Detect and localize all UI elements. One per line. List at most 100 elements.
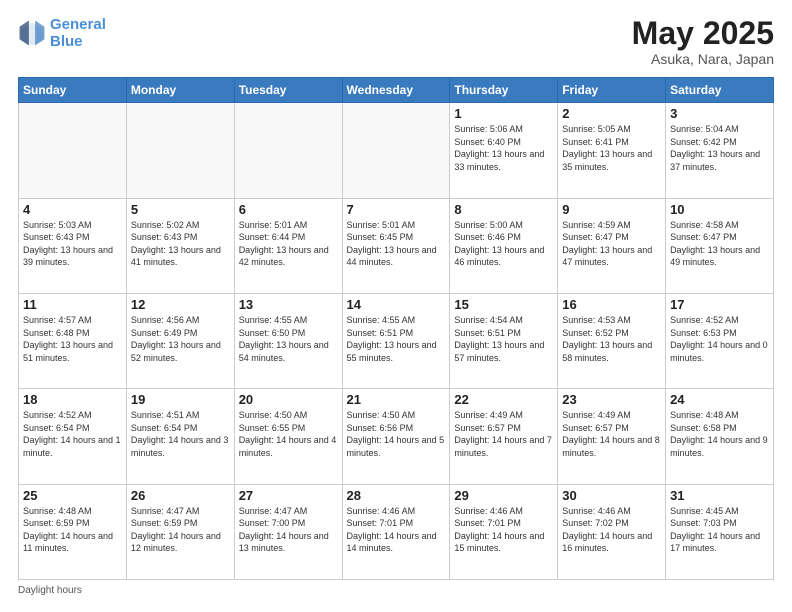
day-number: 12 [131,297,230,312]
day-info: Sunrise: 5:00 AM Sunset: 6:46 PM Dayligh… [454,219,553,269]
day-number: 8 [454,202,553,217]
calendar-table: SundayMondayTuesdayWednesdayThursdayFrid… [18,77,774,580]
day-cell: 5Sunrise: 5:02 AM Sunset: 6:43 PM Daylig… [126,198,234,293]
day-cell: 12 Sunrise: 4:56 AM Sunset: 6:49 PM Dayli… [126,293,234,388]
day-info: Sunrise: 5:06 AM Sunset: 6:40 PM Dayligh… [454,123,553,173]
day-cell: 23 Sunrise: 4:49 AM Sunset: 6:57 PM Dayli… [558,389,666,484]
day-number: 1 [454,106,553,121]
col-header-sunday: Sunday [19,78,127,103]
day-number: 25 [23,488,122,503]
day-info: Sunrise: 5:01 AM Sunset: 6:44 PM Dayligh… [239,219,338,269]
day-number: 31 [670,488,769,503]
day-info: Sunrise: 4:48 AM Sunset: 6:59 PM Dayligh… [23,505,122,555]
col-header-tuesday: Tuesday [234,78,342,103]
col-header-saturday: Saturday [666,78,774,103]
day-number: 15 [454,297,553,312]
day-info: Sunrise: 4:47 AM Sunset: 6:59 PM Dayligh… [131,505,230,555]
day-cell: 30Sunrise: 4:46 AM Sunset: 7:02 PM Dayli… [558,484,666,579]
day-cell: 20 Sunrise: 4:50 AM Sunset: 6:55 PM Dayli… [234,389,342,484]
page: General Blue May 2025 Asuka, Nara, Japan… [0,0,792,612]
day-cell: 18Sunrise: 4:52 AM Sunset: 6:54 PM Dayli… [19,389,127,484]
day-number: 21 [347,392,446,407]
day-cell: 14 Sunrise: 4:55 AM Sunset: 6:51 PM Dayli… [342,293,450,388]
location: Asuka, Nara, Japan [632,51,774,67]
day-info: Sunrise: 4:46 AM Sunset: 7:01 PM Dayligh… [347,505,446,555]
day-cell: 8 Sunrise: 5:00 AM Sunset: 6:46 PM Daylig… [450,198,558,293]
day-number: 17 [670,297,769,312]
day-cell: 17 Sunrise: 4:52 AM Sunset: 6:53 PM Dayli… [666,293,774,388]
day-number: 10 [670,202,769,217]
footer-note: Daylight hours [18,585,774,596]
day-info: Sunrise: 4:50 AM Sunset: 6:55 PM Dayligh… [239,409,338,459]
day-info: Sunrise: 4:46 AM Sunset: 7:01 PM Dayligh… [454,505,553,555]
day-number: 3 [670,106,769,121]
day-cell: 3 Sunrise: 5:04 AM Sunset: 6:42 PM Daylig… [666,103,774,198]
col-header-friday: Friday [558,78,666,103]
day-number: 23 [562,392,661,407]
logo-blue: Blue [50,33,83,50]
day-info: Sunrise: 4:53 AM Sunset: 6:52 PM Dayligh… [562,314,661,364]
day-info: Sunrise: 4:49 AM Sunset: 6:57 PM Dayligh… [562,409,661,459]
col-header-thursday: Thursday [450,78,558,103]
day-cell: 27 Sunrise: 4:47 AM Sunset: 7:00 PM Dayli… [234,484,342,579]
day-info: Sunrise: 4:49 AM Sunset: 6:57 PM Dayligh… [454,409,553,459]
day-cell [126,103,234,198]
day-cell: 29 Sunrise: 4:46 AM Sunset: 7:01 PM Dayli… [450,484,558,579]
title-block: May 2025 Asuka, Nara, Japan [632,16,774,67]
day-info: Sunrise: 4:48 AM Sunset: 6:58 PM Dayligh… [670,409,769,459]
day-info: Sunrise: 5:04 AM Sunset: 6:42 PM Dayligh… [670,123,769,173]
day-number: 4 [23,202,122,217]
day-cell: 28 Sunrise: 4:46 AM Sunset: 7:01 PM Dayli… [342,484,450,579]
day-number: 29 [454,488,553,503]
day-cell: 1 Sunrise: 5:06 AM Sunset: 6:40 PM Daylig… [450,103,558,198]
day-cell: 4 Sunrise: 5:03 AM Sunset: 6:43 PM Daylig… [19,198,127,293]
day-cell: 25 Sunrise: 4:48 AM Sunset: 6:59 PM Dayli… [19,484,127,579]
day-number: 19 [131,392,230,407]
day-cell: 6 Sunrise: 5:01 AM Sunset: 6:44 PM Daylig… [234,198,342,293]
day-number: 13 [239,297,338,312]
logo-text: General Blue [50,16,106,51]
day-number: 7 [347,202,446,217]
week-row-3: 18Sunrise: 4:52 AM Sunset: 6:54 PM Dayli… [19,389,774,484]
day-number: 22 [454,392,553,407]
col-header-wednesday: Wednesday [342,78,450,103]
logo: General Blue [18,16,106,51]
logo-icon [18,19,46,47]
day-info: Sunrise: 4:57 AM Sunset: 6:48 PM Dayligh… [23,314,122,364]
day-cell: 10Sunrise: 4:58 AM Sunset: 6:47 PM Dayli… [666,198,774,293]
day-cell: 7Sunrise: 5:01 AM Sunset: 6:45 PM Daylig… [342,198,450,293]
day-number: 18 [23,392,122,407]
day-info: Sunrise: 4:52 AM Sunset: 6:53 PM Dayligh… [670,314,769,364]
col-header-monday: Monday [126,78,234,103]
week-row-4: 25 Sunrise: 4:48 AM Sunset: 6:59 PM Dayli… [19,484,774,579]
day-cell: 24 Sunrise: 4:48 AM Sunset: 6:58 PM Dayli… [666,389,774,484]
day-number: 9 [562,202,661,217]
day-number: 6 [239,202,338,217]
month-title: May 2025 [632,16,774,51]
day-info: Sunrise: 5:02 AM Sunset: 6:43 PM Dayligh… [131,219,230,269]
day-info: Sunrise: 4:55 AM Sunset: 6:51 PM Dayligh… [347,314,446,364]
day-number: 28 [347,488,446,503]
day-cell [342,103,450,198]
day-info: Sunrise: 4:47 AM Sunset: 7:00 PM Dayligh… [239,505,338,555]
day-cell: 26Sunrise: 4:47 AM Sunset: 6:59 PM Dayli… [126,484,234,579]
day-info: Sunrise: 4:54 AM Sunset: 6:51 PM Dayligh… [454,314,553,364]
day-number: 27 [239,488,338,503]
day-number: 20 [239,392,338,407]
day-cell: 9Sunrise: 4:59 AM Sunset: 6:47 PM Daylig… [558,198,666,293]
day-cell: 13 Sunrise: 4:55 AM Sunset: 6:50 PM Dayli… [234,293,342,388]
week-row-2: 11Sunrise: 4:57 AM Sunset: 6:48 PM Dayli… [19,293,774,388]
day-number: 30 [562,488,661,503]
day-cell: 15 Sunrise: 4:54 AM Sunset: 6:51 PM Dayli… [450,293,558,388]
day-number: 24 [670,392,769,407]
logo-general: General [50,16,106,33]
day-cell: 31Sunrise: 4:45 AM Sunset: 7:03 PM Dayli… [666,484,774,579]
day-info: Sunrise: 4:55 AM Sunset: 6:50 PM Dayligh… [239,314,338,364]
calendar-header-row: SundayMondayTuesdayWednesdayThursdayFrid… [19,78,774,103]
day-info: Sunrise: 5:03 AM Sunset: 6:43 PM Dayligh… [23,219,122,269]
day-cell: 21 Sunrise: 4:50 AM Sunset: 6:56 PM Dayli… [342,389,450,484]
day-number: 14 [347,297,446,312]
day-info: Sunrise: 4:50 AM Sunset: 6:56 PM Dayligh… [347,409,446,459]
day-info: Sunrise: 4:56 AM Sunset: 6:49 PM Dayligh… [131,314,230,364]
day-cell: 11Sunrise: 4:57 AM Sunset: 6:48 PM Dayli… [19,293,127,388]
